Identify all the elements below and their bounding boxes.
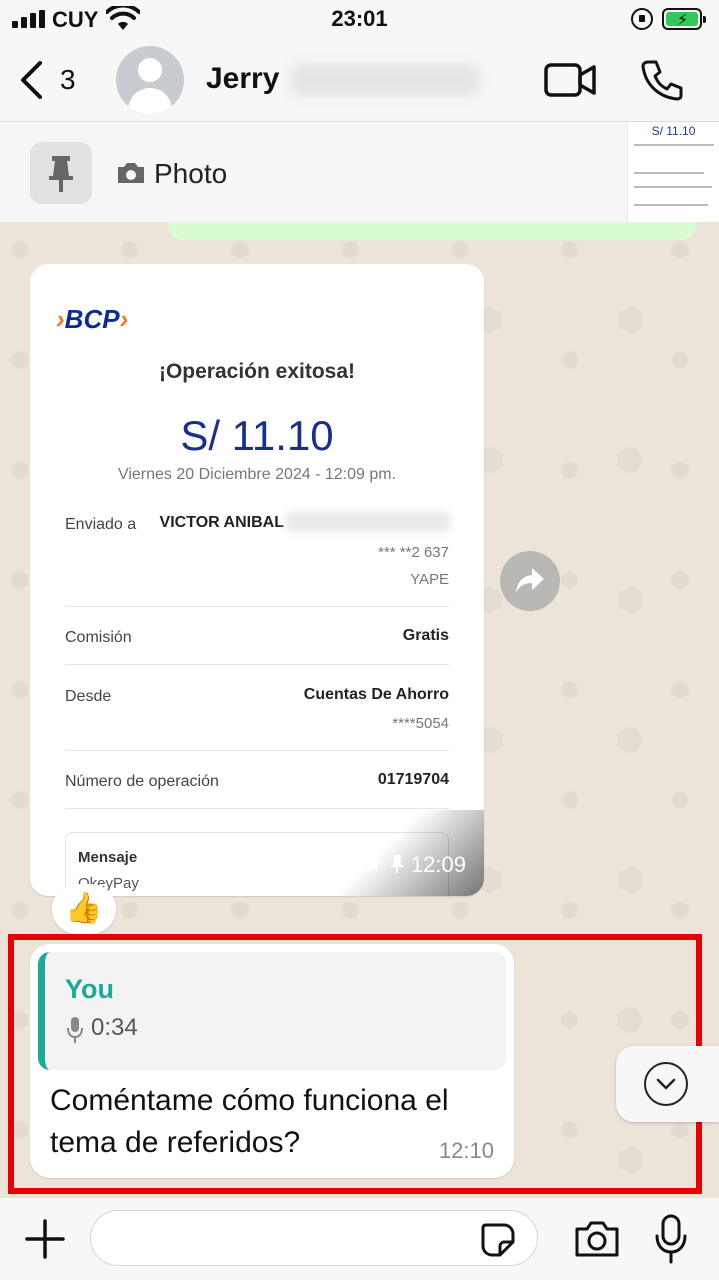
receipt-amount: S/ 11.10 [180,412,334,459]
scroll-down-button[interactable] [616,1046,719,1122]
sent-to-app: YAPE [410,571,449,588]
row-divider [65,664,449,665]
chevron-down-icon [644,1062,688,1106]
message-input[interactable] [90,1210,538,1266]
star-icon: ★ [362,852,383,877]
mic-icon[interactable] [654,1214,688,1264]
pinned-label: Photo [154,158,228,189]
receipt-date: Viernes 20 Diciembre 2024 - 12:09 pm. [117,466,397,483]
fee-value: Gratis [402,627,449,644]
from-account: ****5054 [392,715,449,732]
pin-icon [49,156,73,192]
receipt-image-message[interactable]: ›BCP› ¡Operación exitosa! S/ 11.10 Viern… [30,264,484,896]
contact-name-redacted [290,64,480,96]
back-chevron-icon[interactable] [18,60,44,100]
receipt-title: ¡Operación exitosa! [158,360,356,383]
pin-icon-box[interactable] [30,142,92,204]
camera-icon [118,163,144,183]
phone-icon[interactable] [640,58,684,102]
status-time: 23:01 [331,6,388,31]
from-value: Cuentas De Ahorro [303,686,449,703]
op-number-value: 01719704 [377,771,449,788]
op-number-label: Número de operación [65,773,219,790]
battery-icon: ⚡ [662,8,706,30]
fee-label: Comisión [65,629,132,646]
video-call-icon[interactable] [544,62,596,98]
pin-icon [390,855,403,873]
image-time: 12:09 [410,852,466,877]
chat-header: 3 Jerry [0,40,719,122]
outgoing-bubble-peek [168,222,696,240]
pinned-thumbnail[interactable]: S/ 11.10 [627,122,719,222]
sent-to-phone: *** **2 637 [378,544,449,561]
camera-icon[interactable] [574,1220,620,1258]
sent-to-label: Enviado a [65,516,137,533]
unread-count[interactable]: 3 [60,64,76,96]
row-divider [65,750,449,751]
highlight-frame [8,934,702,1194]
rotation-lock-icon [631,8,653,30]
sent-to-value: VICTOR ANIBAL [159,514,284,531]
message-label: Mensaje [78,849,138,866]
forward-button[interactable] [500,551,560,611]
sticker-icon[interactable] [480,1222,516,1258]
status-bar: CUY 23:01 ⚡ [0,0,719,40]
sent-to-redacted [286,512,450,532]
contact-name[interactable]: Jerry [206,62,279,96]
image-meta: ★ 12:09 [363,852,466,878]
message-input-bar [0,1198,719,1280]
from-label: Desde [65,688,112,705]
bcp-logo: ›BCP› [56,304,129,334]
pinned-message-bar[interactable]: Photo S/ 11.10 [0,122,719,222]
row-divider [65,606,449,607]
reaction-thumbs-up[interactable]: 👍 [52,884,116,934]
row-divider [65,808,449,809]
avatar[interactable] [116,46,184,114]
plus-icon[interactable] [24,1218,66,1260]
forward-icon [516,568,544,593]
